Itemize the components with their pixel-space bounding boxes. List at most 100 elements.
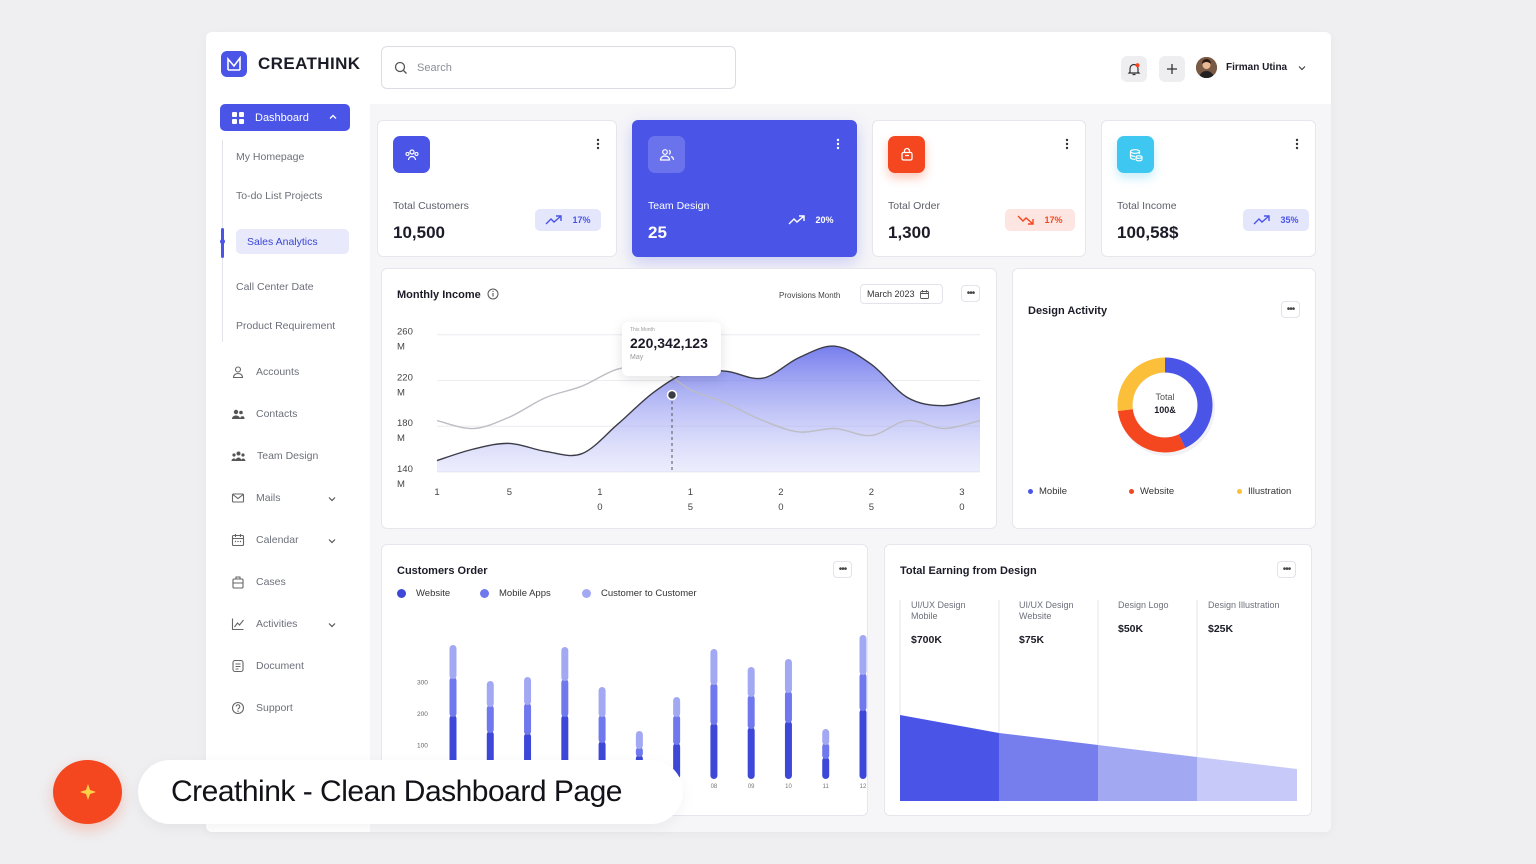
caption-banner: Creathink - Clean Dashboard Page <box>138 760 683 824</box>
bar-mobile-apps <box>524 703 532 735</box>
stat-value: 25 <box>648 223 667 242</box>
sidebar-item-product-requirement[interactable]: Product Requirement <box>236 320 335 332</box>
user-menu[interactable]: Firman Utina <box>1196 57 1307 78</box>
bar-customer-to-customer <box>449 645 457 679</box>
x-tick-label: 0 <box>778 502 783 513</box>
x-tick-label: 11 <box>823 784 830 790</box>
bar-customer-to-customer <box>635 731 643 749</box>
sidebar-item-calendar[interactable]: Calendar <box>231 533 341 547</box>
avatar <box>1196 57 1217 78</box>
y-tick-label: M <box>397 387 405 398</box>
bar-customer-to-customer <box>524 677 532 705</box>
earning-area-1 <box>900 715 999 801</box>
card-title: Customers Order <box>397 565 488 577</box>
more-vertical-icon[interactable] <box>596 138 600 150</box>
trend-badge: 17% <box>535 209 601 231</box>
monthly-income-card: Monthly Income Provisions Month March 20… <box>381 268 997 529</box>
coins-icon <box>1117 136 1154 173</box>
earning-column-value: $25K <box>1208 623 1234 635</box>
y-tick-label: 220 <box>397 372 413 383</box>
bar-customer-to-customer <box>598 687 606 717</box>
tooltip-value: 220,342,123 <box>630 335 708 351</box>
earning-area-2 <box>999 733 1098 801</box>
legend-website: Website <box>397 588 450 599</box>
bar-customer-to-customer <box>561 647 569 681</box>
sidebar-item-todo-list[interactable]: To-do List Projects <box>236 190 322 202</box>
notification-button[interactable] <box>1121 56 1147 82</box>
sidebar-item-activities[interactable]: Activities <box>231 617 341 631</box>
x-tick-label: 5 <box>869 502 874 513</box>
top-bar: CREATHINK Firman Utina <box>206 32 1331 104</box>
mail-icon <box>231 493 245 503</box>
main-content: Total Customers 10,500 17% Team Design 2… <box>370 104 1331 832</box>
sidebar-item-document[interactable]: Document <box>231 659 341 673</box>
date-picker[interactable]: March 2023 <box>860 284 943 304</box>
bar-customer-to-customer <box>673 697 681 717</box>
trend-percent: 17% <box>572 215 591 225</box>
more-vertical-icon[interactable] <box>836 138 840 150</box>
contacts-icon <box>232 409 245 419</box>
sidebar-item-cases[interactable]: Cases <box>231 575 341 589</box>
sidebar-item-dashboard[interactable]: Dashboard <box>220 104 350 131</box>
help-icon <box>231 701 245 715</box>
sidebar-item-my-homepage[interactable]: My Homepage <box>236 151 304 163</box>
donut-center-label: Total <box>1155 392 1175 402</box>
donut-center-value: 100& <box>1154 405 1176 415</box>
sidebar-item-contacts[interactable]: Contacts <box>231 407 341 421</box>
briefcase-icon <box>232 576 244 589</box>
chevron-down-icon[interactable] <box>327 494 337 504</box>
x-tick-label: 09 <box>748 784 755 790</box>
x-tick-label: 3 <box>959 487 964 498</box>
stat-card-total-customers[interactable]: Total Customers 10,500 17% <box>377 120 617 257</box>
more-vertical-icon[interactable] <box>1295 138 1299 150</box>
brand-badge <box>53 760 122 824</box>
team-icon <box>231 451 246 461</box>
total-earning-card: Total Earning from Design ••• UI/UX Desi… <box>884 544 1312 816</box>
trend-up-icon <box>545 215 563 225</box>
more-vertical-icon[interactable] <box>1065 138 1069 150</box>
earning-area-3 <box>1098 745 1197 801</box>
bar-mobile-apps <box>859 673 867 711</box>
bar-customer-to-customer <box>784 659 792 693</box>
info-icon[interactable] <box>487 288 499 300</box>
sidebar-item-label: Team Design <box>257 450 319 462</box>
sidebar-item-sales-analytics[interactable]: Sales Analytics <box>236 229 349 254</box>
y-tick-label: 140 <box>397 464 413 475</box>
more-options-button[interactable]: ••• <box>833 561 852 578</box>
search-box[interactable] <box>381 46 736 89</box>
more-options-button[interactable]: ••• <box>961 285 980 302</box>
earning-column-value: $75K <box>1019 634 1045 646</box>
stat-label: Total Order <box>888 200 940 212</box>
chart-tooltip: This Month 220,342,123 May <box>622 322 721 376</box>
sidebar-item-team-design[interactable]: Team Design <box>231 449 341 463</box>
bar-website <box>784 721 792 779</box>
filter-label: Provisions Month <box>779 291 841 300</box>
more-options-button[interactable]: ••• <box>1281 301 1300 318</box>
y-tick-label: 100 <box>417 743 428 750</box>
sidebar-item-accounts[interactable]: Accounts <box>231 365 341 379</box>
sidebar-item-call-center[interactable]: Call Center Date <box>236 281 314 293</box>
bar-website <box>859 709 867 779</box>
user-icon <box>232 366 244 379</box>
chevron-down-icon[interactable] <box>327 620 337 630</box>
tooltip-month: May <box>630 354 644 361</box>
document-icon <box>232 659 244 673</box>
search-icon <box>394 61 407 74</box>
legend-mobile: Mobile <box>1028 486 1067 497</box>
stat-card-team-design[interactable]: Team Design 25 20% <box>632 120 857 257</box>
chevron-down-icon[interactable] <box>327 536 337 546</box>
brand-name: CREATHINK <box>258 54 361 73</box>
x-tick-label: 12 <box>860 784 867 790</box>
stat-card-total-income[interactable]: Total Income 100,58$ 35% <box>1101 120 1316 257</box>
search-input[interactable] <box>417 61 707 74</box>
sidebar-item-mails[interactable]: Mails <box>231 491 341 505</box>
sidebar-item-support[interactable]: Support <box>231 701 341 715</box>
y-tick-label: 200 <box>417 711 428 718</box>
total-earning-chart <box>899 600 1297 801</box>
bar-website <box>822 757 830 779</box>
sidebar-item-label: Accounts <box>256 366 300 378</box>
logo[interactable]: CREATHINK <box>221 51 360 77</box>
x-tick-label: 1 <box>597 487 602 498</box>
add-button[interactable] <box>1159 56 1185 82</box>
stat-card-total-order[interactable]: Total Order 1,300 17% <box>872 120 1086 257</box>
